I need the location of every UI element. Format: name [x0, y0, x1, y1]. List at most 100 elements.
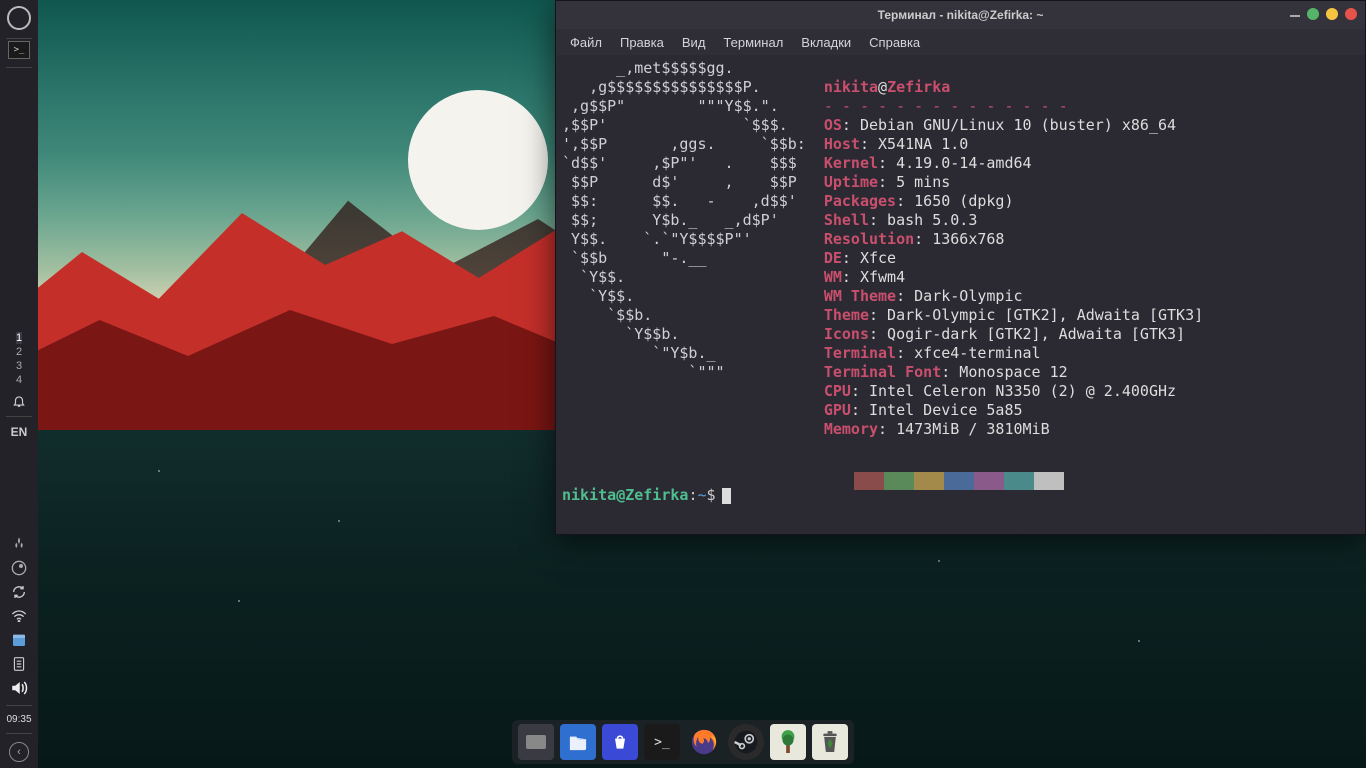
neofetch-value: : Xfwm4 — [842, 268, 905, 286]
neofetch-key: Terminal — [824, 344, 896, 362]
neofetch-value: : Intel Celeron N3350 (2) @ 2.400GHz — [851, 382, 1176, 400]
window-titlebar[interactable]: Терминал - nikita@Zefirka: ~ — [556, 1, 1365, 29]
menu-Вид[interactable]: Вид — [682, 35, 706, 50]
separator — [6, 733, 32, 734]
workspace-3[interactable]: 3 — [16, 360, 22, 372]
color-swatch — [884, 472, 914, 490]
neofetch-user: nikita — [824, 78, 878, 96]
neofetch-ascii: _,met$$$$$gg. ,g$$$$$$$$$$$$$$$P. ,g$$P"… — [562, 59, 806, 528]
neofetch-value: : 4.19.0-14-amd64 — [878, 154, 1032, 172]
dock-files-icon[interactable] — [518, 724, 554, 760]
neofetch-row: Kernel: 4.19.0-14-amd64 — [824, 154, 1203, 173]
wallpaper-moon — [408, 90, 548, 230]
volume-tray-icon[interactable] — [10, 679, 28, 697]
color-swatch — [914, 472, 944, 490]
workspace-4[interactable]: 4 — [16, 374, 22, 386]
neofetch-row: Uptime: 5 mins — [824, 173, 1203, 192]
neofetch-value: : bash 5.0.3 — [869, 211, 977, 229]
dock-game-icon[interactable] — [770, 724, 806, 760]
color-swatch — [824, 472, 854, 490]
neofetch-value: : 1366x768 — [914, 230, 1004, 248]
neofetch-key: Kernel — [824, 154, 878, 172]
neofetch-value: : Xfce — [842, 249, 896, 267]
neofetch-value: : Dark-Olympic — [896, 287, 1022, 305]
window-controls — [1290, 8, 1357, 20]
terminal-window: Терминал - nikita@Zefirka: ~ Файл Правка В… — [555, 0, 1366, 535]
neofetch-row: WM: Xfwm4 — [824, 268, 1203, 287]
neofetch-key: Shell — [824, 211, 869, 229]
panel-collapse-icon[interactable]: ‹ — [9, 742, 29, 762]
menu-Файл[interactable]: Файл — [570, 35, 602, 50]
terminal-output[interactable]: _,met$$$$$gg. ,g$$$$$$$$$$$$$$$P. ,g$$P"… — [556, 55, 1365, 534]
color-swatch — [1004, 472, 1034, 490]
update-tray-icon[interactable] — [10, 583, 28, 601]
notifications-icon[interactable] — [0, 389, 38, 413]
color-swatch — [974, 472, 1004, 490]
neofetch-key: Terminal Font — [824, 363, 941, 381]
prompt-user: nikita — [562, 486, 616, 504]
neofetch-value: : Intel Device 5a85 — [851, 401, 1023, 419]
star — [1138, 640, 1140, 642]
neofetch-key: GPU — [824, 401, 851, 419]
steam-tray-icon[interactable] — [10, 559, 28, 577]
neofetch-key: WM Theme — [824, 287, 896, 305]
menu-Вкладки[interactable]: Вкладки — [801, 35, 851, 50]
window-minimize-icon[interactable] — [1290, 15, 1300, 17]
dock-trash-icon[interactable] — [812, 724, 848, 760]
window-button[interactable] — [1326, 8, 1338, 20]
separator — [6, 416, 32, 417]
menu-Терминал[interactable]: Терминал — [723, 35, 783, 50]
color-swatches — [824, 472, 1203, 490]
at-sign: @ — [616, 486, 625, 504]
clipboard-tray-icon[interactable] — [10, 655, 28, 673]
cursor — [722, 488, 731, 504]
keyboard-layout[interactable]: EN — [0, 420, 38, 444]
dock-file-manager-icon[interactable] — [560, 724, 596, 760]
star — [338, 520, 340, 522]
neofetch-row: Host: X541NA 1.0 — [824, 135, 1203, 154]
prompt-path: ~ — [697, 486, 706, 504]
menu-Справка[interactable]: Справка — [869, 35, 920, 50]
menu-Правка[interactable]: Правка — [620, 35, 664, 50]
color-swatch — [854, 472, 884, 490]
neofetch-key: WM — [824, 268, 842, 286]
wifi-tray-icon[interactable] — [10, 607, 28, 625]
neofetch-row: Shell: bash 5.0.3 — [824, 211, 1203, 230]
neofetch-key: Memory — [824, 420, 878, 438]
dock-steam-icon[interactable] — [728, 724, 764, 760]
neofetch-value: : Qogir-dark [GTK2], Adwaita [GTK3] — [869, 325, 1185, 343]
workspace-switcher: 1 2 3 4 — [16, 330, 22, 388]
terminal-launcher[interactable]: >_ — [8, 41, 30, 59]
neofetch-row: DE: Xfce — [824, 249, 1203, 268]
neofetch-value: : 1473MiB / 3810MiB — [878, 420, 1050, 438]
neofetch-row: Resolution: 1366x768 — [824, 230, 1203, 249]
neofetch-host: Zefirka — [887, 78, 950, 96]
neofetch-key: DE — [824, 249, 842, 267]
neofetch-key: Packages — [824, 192, 896, 210]
calendar-tray-icon[interactable] — [10, 631, 28, 649]
neofetch-row: OS: Debian GNU/Linux 10 (buster) x86_64 — [824, 116, 1203, 135]
shell-prompt[interactable]: nikita@Zefirka:~$ — [562, 468, 731, 522]
bottom-dock: >_ — [512, 720, 854, 764]
neofetch-row: Terminal Font: Monospace 12 — [824, 363, 1203, 382]
app-menu-icon[interactable] — [7, 6, 31, 30]
neofetch-row: WM Theme: Dark-Olympic — [824, 287, 1203, 306]
dock-software-center-icon[interactable] — [602, 724, 638, 760]
prompt-symbol: $ — [707, 486, 716, 504]
neofetch-row: Theme: Dark-Olympic [GTK2], Adwaita [GTK… — [824, 306, 1203, 325]
neofetch-key: Theme — [824, 306, 869, 324]
separator — [6, 38, 32, 39]
clock[interactable]: 09:35 — [6, 714, 31, 725]
neofetch-value: : Dark-Olympic [GTK2], Adwaita [GTK3] — [869, 306, 1203, 324]
color-swatch — [944, 472, 974, 490]
neofetch-value: : X541NA 1.0 — [860, 135, 968, 153]
neofetch-value: : 5 mins — [878, 173, 950, 191]
dock-firefox-icon[interactable] — [686, 724, 722, 760]
workspace-2[interactable]: 2 — [16, 346, 22, 358]
dock-terminal-icon[interactable]: >_ — [644, 724, 680, 760]
workspace-1[interactable]: 1 — [16, 332, 22, 344]
tray-app-icon[interactable] — [10, 535, 28, 553]
window-button[interactable] — [1307, 8, 1319, 20]
menubar: Файл Правка Вид Терминал Вкладки Справка — [556, 29, 1365, 55]
window-close-icon[interactable] — [1345, 8, 1357, 20]
